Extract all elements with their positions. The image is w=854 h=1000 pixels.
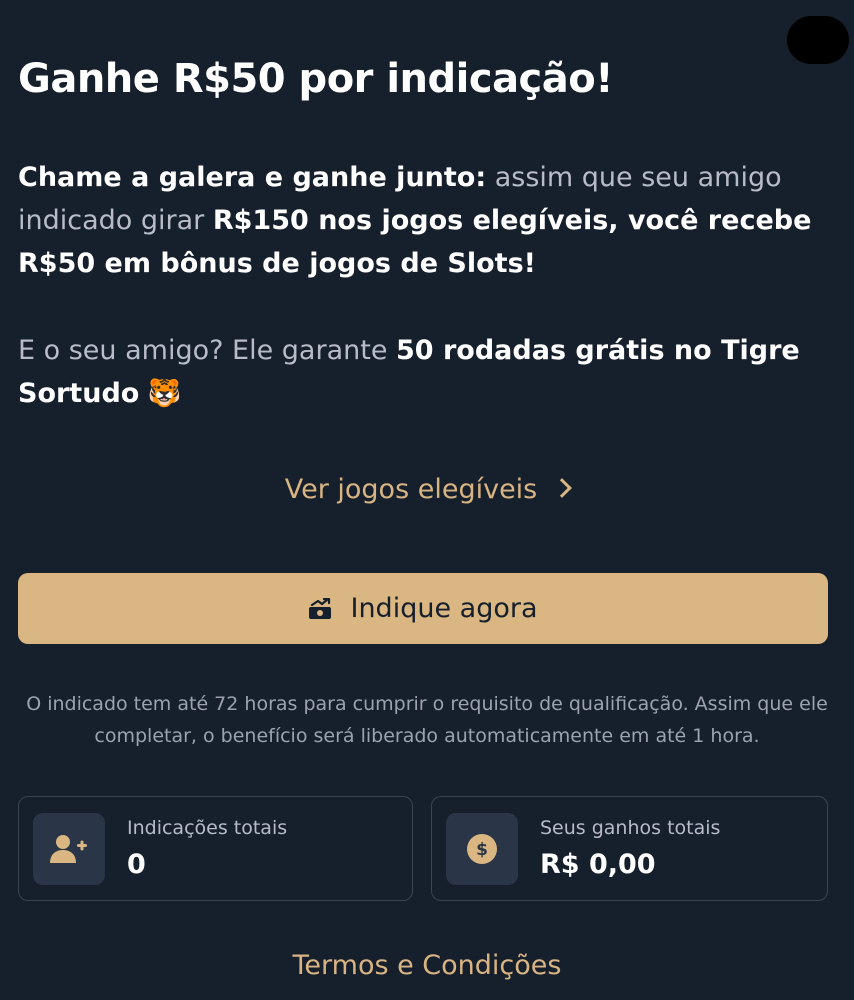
intro-lead: Chame a galera e ganhe junto:	[18, 162, 487, 193]
see-eligible-games-label: Ver jogos elegíveis	[284, 474, 538, 505]
intro-paragraph: Chame a galera e ganhe junto: assim que …	[18, 156, 818, 285]
refer-now-label: Indique agora	[350, 593, 538, 624]
chevron-right-icon	[552, 478, 573, 498]
total-referrals-label: Indicações totais	[127, 817, 288, 839]
money-send-icon	[308, 597, 334, 620]
friend-paragraph: E o seu amigo? Ele garante 50 rodadas gr…	[18, 329, 818, 415]
total-earnings-value: R$ 0,00	[540, 849, 656, 880]
referral-page: Ganhe R$50 por indicação! Chame a galera…	[0, 0, 854, 1000]
close-button[interactable]	[787, 16, 849, 64]
see-eligible-games-link[interactable]: Ver jogos elegíveis	[0, 474, 854, 505]
total-earnings-label: Seus ganhos totais	[540, 817, 721, 839]
total-earnings-card: $ Seus ganhos totais R$ 0,00	[431, 796, 828, 901]
friend-text: E o seu amigo? Ele garante	[18, 335, 397, 366]
add-user-icon	[33, 813, 105, 885]
total-referrals-card: Indicações totais 0	[18, 796, 413, 901]
terms-link[interactable]: Termos e Condições	[0, 950, 854, 981]
page-title: Ganhe R$50 por indicação!	[18, 56, 613, 102]
svg-text:$: $	[476, 840, 488, 860]
dollar-coin-icon: $	[446, 813, 518, 885]
refer-now-button[interactable]: Indique agora	[18, 573, 828, 644]
total-referrals-value: 0	[127, 849, 146, 880]
qualification-note: O indicado tem até 72 horas para cumprir…	[26, 693, 828, 747]
tiger-icon: 🐯	[147, 378, 182, 409]
